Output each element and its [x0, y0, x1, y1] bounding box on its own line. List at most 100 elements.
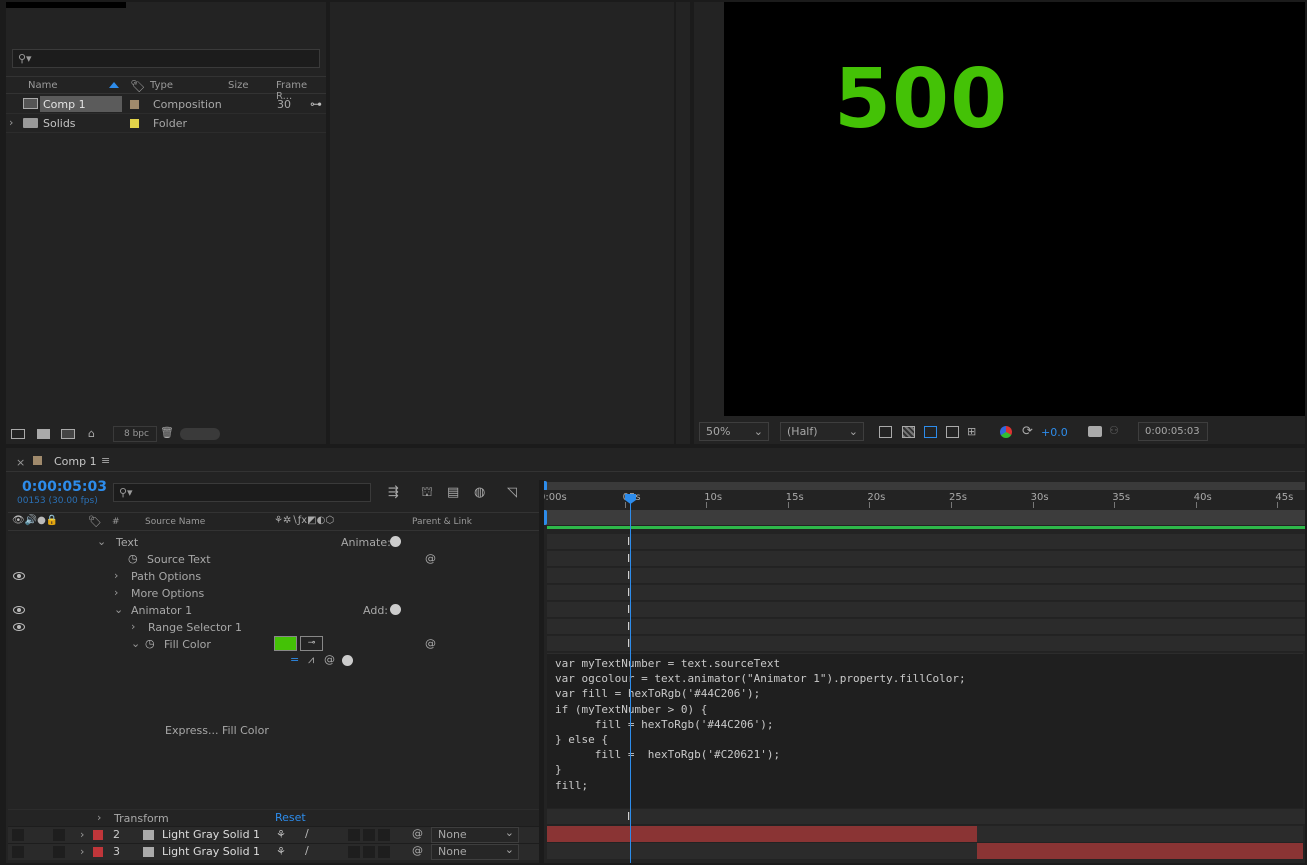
video-switch[interactable] [12, 829, 24, 841]
layer-name[interactable]: Light Gray Solid 1 [162, 828, 260, 841]
project-panel-tab[interactable] [6, 2, 126, 8]
pick-whip-spiral-icon[interactable]: @ [425, 552, 436, 565]
sort-ascending-icon[interactable] [109, 82, 119, 88]
parent-dropdown[interactable]: None ⌄ [431, 826, 519, 843]
project-item-folder[interactable]: › Solids Folder [6, 114, 326, 133]
timeline-tab-title[interactable]: Comp 1 [54, 455, 97, 468]
composition-canvas[interactable]: 500 [724, 2, 1305, 416]
layer-row[interactable]: › 3 Light Gray Solid 1 ⚘ ∕ @ None ⌄ [8, 843, 539, 860]
chevron-down-icon[interactable]: ⌄ [131, 637, 140, 650]
chevron-right-icon[interactable]: › [114, 586, 118, 599]
show-snapshot-icon[interactable]: ⚇ [1109, 424, 1119, 437]
eyedropper-icon[interactable]: ⊸ [300, 636, 323, 651]
hide-shy-layers-icon[interactable]: ▤ [447, 485, 459, 500]
project-settings-icon[interactable]: ⌂ [88, 427, 95, 440]
fast-previews-icon[interactable] [879, 426, 892, 438]
column-size[interactable]: Size [228, 80, 249, 91]
expression-pick-whip-icon[interactable]: @ [324, 653, 335, 666]
property-range-selector[interactable]: › Range Selector 1 [8, 619, 539, 636]
interpret-footage-icon[interactable] [11, 429, 25, 439]
column-parent-link[interactable]: Parent & Link [412, 517, 472, 527]
shy-switch-icon[interactable]: ⚘ [276, 828, 286, 841]
mask-visibility-icon[interactable] [924, 426, 937, 438]
new-folder-icon[interactable] [37, 429, 50, 439]
switch-box[interactable] [363, 846, 375, 858]
expand-arrow-icon[interactable]: › [80, 828, 84, 841]
time-ruler[interactable]: 0:00s05s10s15s20s25s30s35s40s45s [539, 490, 1305, 508]
chevron-right-icon[interactable]: › [131, 620, 135, 633]
timeline-search-input[interactable]: ⚲▾ [113, 483, 371, 502]
viewer-timecode[interactable]: 0:00:05:03 [1138, 422, 1208, 441]
work-area-bar[interactable] [542, 510, 1305, 525]
solo-switch[interactable] [53, 829, 65, 841]
video-switch[interactable] [12, 846, 24, 858]
switch-box[interactable] [378, 829, 390, 841]
property-path-options[interactable]: › Path Options [8, 568, 539, 585]
property-text-group[interactable]: ⌄ Text Animate: [8, 534, 539, 551]
trash-icon[interactable]: 🗑 [160, 426, 174, 439]
snapshot-icon[interactable] [1088, 426, 1102, 437]
property-source-text[interactable]: ◷ Source Text @ [8, 551, 539, 568]
text-layer-display[interactable]: 500 [834, 52, 1008, 147]
bpc-button[interactable]: 8 bpc [113, 426, 157, 442]
project-item-comp[interactable]: Comp 1 Composition 30 ⊶ [6, 95, 326, 114]
new-composition-icon[interactable] [61, 429, 75, 439]
exposure-value[interactable]: +0.0 [1041, 426, 1068, 439]
time-navigator[interactable] [542, 481, 1305, 491]
channel-rgb-icon[interactable] [1000, 426, 1012, 438]
switch-box[interactable] [348, 829, 360, 841]
enable-expression-icon[interactable]: = [290, 654, 301, 665]
property-fill-color[interactable]: ⌄ ◷ Fill Color ⊸ @ [8, 636, 539, 653]
expression-editor[interactable]: var myTextNumber = text.sourceText var og… [547, 653, 1303, 808]
parent-pick-whip-icon[interactable]: @ [412, 844, 423, 857]
current-time-indicator-line[interactable] [630, 497, 631, 863]
graph-editor-icon[interactable]: ⩘ [308, 653, 314, 667]
eye-icon[interactable] [13, 572, 25, 580]
fill-color-swatch[interactable] [274, 636, 297, 651]
column-name[interactable]: Name [28, 80, 58, 91]
parent-dropdown[interactable]: None ⌄ [431, 843, 519, 860]
flowchart-icon[interactable]: ⊶ [310, 97, 322, 111]
animate-play-icon[interactable] [390, 536, 401, 547]
region-of-interest-icon[interactable] [946, 426, 959, 438]
chevron-down-icon[interactable]: ⌄ [114, 603, 123, 616]
expression-language-menu-icon[interactable] [342, 655, 353, 666]
thumbnail-slider[interactable] [180, 428, 220, 440]
panel-menu-icon[interactable]: ≡ [101, 454, 110, 467]
eye-icon[interactable] [13, 623, 25, 631]
switch-box[interactable] [378, 846, 390, 858]
layer-duration-bar[interactable] [977, 843, 1303, 859]
quality-switch-icon[interactable]: ∕ [305, 844, 309, 857]
stopwatch-icon[interactable]: ◷ [145, 637, 155, 650]
layer-duration-bar[interactable] [547, 826, 977, 842]
property-more-options[interactable]: › More Options [8, 585, 539, 602]
column-type[interactable]: Type [150, 80, 173, 91]
stopwatch-icon[interactable]: ◷ [128, 552, 138, 565]
chevron-down-icon[interactable]: ⌄ [97, 535, 106, 548]
pick-whip-spiral-icon[interactable]: @ [425, 637, 436, 650]
property-animator[interactable]: ⌄ Animator 1 Add: [8, 602, 539, 619]
layer-name[interactable]: Light Gray Solid 1 [162, 845, 260, 858]
current-time-display[interactable]: 0:00:05:03 [22, 479, 107, 495]
column-source-name[interactable]: Source Name [145, 517, 205, 527]
expression-code[interactable]: var myTextNumber = text.sourceText var og… [555, 656, 966, 793]
eye-icon[interactable] [13, 606, 25, 614]
close-tab-icon[interactable]: × [16, 456, 25, 469]
expand-arrow-icon[interactable]: › [80, 845, 84, 858]
composition-mini-flowchart-icon[interactable]: ⇶ [388, 485, 399, 500]
shy-switch-icon[interactable]: ⚘ [276, 845, 286, 858]
draft-3d-icon[interactable]: ⛫ [421, 485, 433, 502]
reset-exposure-icon[interactable]: ⟳ [1022, 424, 1033, 439]
parent-pick-whip-icon[interactable]: @ [412, 827, 423, 840]
label-swatch[interactable] [130, 119, 139, 128]
transparency-grid-icon[interactable] [902, 426, 915, 438]
solo-switch[interactable] [53, 846, 65, 858]
label-tag-icon[interactable]: 🏷 [130, 79, 145, 93]
zoom-dropdown[interactable]: 50% ⌄ [699, 422, 769, 441]
project-search-input[interactable]: ⚲▾ [12, 49, 320, 68]
resolution-dropdown[interactable]: (Half) ⌄ [780, 422, 864, 441]
expand-arrow-icon[interactable]: › [9, 116, 13, 129]
motion-blur-icon[interactable]: ◹ [507, 485, 517, 500]
switch-box[interactable] [348, 846, 360, 858]
chevron-right-icon[interactable]: › [97, 811, 101, 824]
